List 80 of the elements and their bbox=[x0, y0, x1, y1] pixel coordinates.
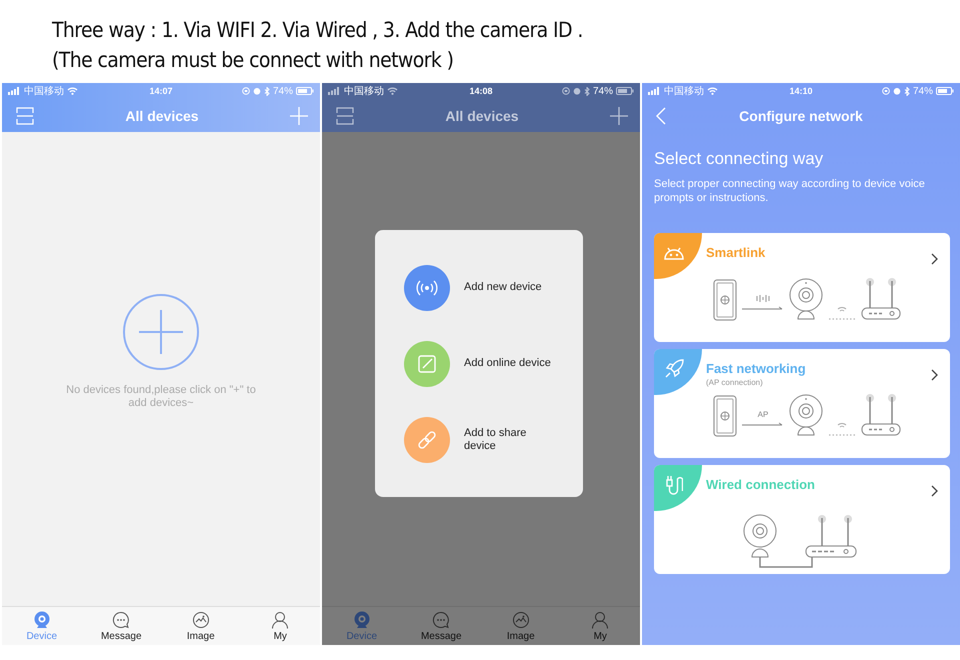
signal-icon bbox=[8, 87, 21, 95]
add-device-button[interactable] bbox=[123, 294, 199, 370]
scan-icon[interactable] bbox=[336, 106, 354, 124]
rotation-lock-icon bbox=[242, 87, 250, 95]
signal-icon bbox=[648, 87, 661, 95]
connection-option-card[interactable]: Fast networking (AP connection) AP bbox=[654, 349, 950, 458]
tab-item[interactable]: Message bbox=[402, 607, 481, 645]
rocket-icon bbox=[664, 359, 684, 379]
robot-head-icon bbox=[663, 245, 685, 261]
rotation-lock-icon bbox=[882, 87, 890, 95]
screen-title: Configure network bbox=[739, 108, 863, 124]
wifi-dotted-line-icon bbox=[828, 421, 856, 437]
clock-time: 14:07 bbox=[148, 86, 174, 96]
menu-item[interactable]: Add to share device bbox=[404, 416, 583, 462]
chat-bubble-icon bbox=[112, 610, 130, 628]
wifi-icon bbox=[707, 87, 718, 95]
option-title: Fast networking bbox=[706, 361, 806, 376]
signal-icon bbox=[328, 87, 341, 95]
tab-item[interactable]: My bbox=[560, 607, 640, 645]
camera-drawing bbox=[788, 277, 824, 321]
sound-wave-icon bbox=[756, 294, 770, 303]
battery-icon bbox=[616, 87, 634, 95]
camera-icon bbox=[32, 610, 51, 628]
camera-drawing bbox=[788, 393, 824, 437]
bluetooth-icon bbox=[264, 86, 270, 96]
router-drawing bbox=[860, 393, 902, 437]
arrow-icon bbox=[742, 306, 784, 311]
tab-item[interactable]: Image bbox=[481, 607, 560, 645]
carrier-name: 中国移动 bbox=[664, 84, 704, 98]
carrier-name: 中国移动 bbox=[344, 84, 384, 98]
battery-icon bbox=[296, 87, 314, 95]
section-heading: Select connecting way bbox=[654, 149, 824, 169]
chevron-right-icon bbox=[931, 485, 938, 497]
battery-percent: 74% bbox=[912, 86, 933, 96]
scan-icon[interactable] bbox=[16, 106, 34, 124]
plug-cable-icon bbox=[665, 474, 683, 496]
tab-item[interactable]: Device bbox=[2, 607, 82, 645]
tab-item[interactable]: Message bbox=[82, 607, 161, 645]
phone-drawing bbox=[712, 279, 738, 321]
clock-time: 14:10 bbox=[788, 86, 814, 96]
bluetooth-icon bbox=[904, 86, 910, 96]
arrow-label: AP bbox=[758, 410, 768, 419]
wifi-dotted-line-icon bbox=[828, 305, 856, 321]
carrier-name: 中国移动 bbox=[24, 84, 64, 98]
option-subtitle: (AP connection) bbox=[706, 378, 763, 387]
screen-title: All devices bbox=[445, 108, 519, 124]
caption-line: Three way : 1. Via WIFI 2. Via Wired , 3. Add the camera ID . bbox=[52, 17, 584, 44]
person-icon bbox=[271, 610, 290, 628]
back-icon[interactable] bbox=[656, 106, 666, 124]
person-icon bbox=[591, 610, 610, 628]
bluetooth-icon bbox=[584, 86, 590, 96]
clock-time: 14:08 bbox=[468, 86, 494, 96]
tab-item[interactable]: Image bbox=[161, 607, 240, 645]
chevron-right-icon bbox=[931, 369, 938, 381]
phone-drawing bbox=[712, 395, 738, 437]
screen-title: All devices bbox=[125, 108, 199, 124]
option-title: Wired connection bbox=[706, 477, 815, 492]
wifi-icon bbox=[67, 87, 78, 95]
rotation-lock-icon bbox=[562, 87, 570, 95]
arrow-icon bbox=[742, 422, 784, 427]
battery-icon bbox=[936, 87, 954, 95]
image-icon bbox=[512, 610, 530, 628]
plus-icon[interactable] bbox=[290, 106, 308, 124]
empty-message: No devices found,please click on "+" to add devices~ bbox=[65, 384, 257, 410]
battery-percent: 74% bbox=[272, 86, 293, 96]
router-drawing bbox=[860, 277, 902, 321]
chevron-right-icon bbox=[931, 253, 938, 265]
plus-icon bbox=[139, 310, 183, 354]
menu-item[interactable]: Add online device bbox=[404, 340, 583, 386]
menu-item[interactable]: Add new device bbox=[404, 264, 583, 310]
option-title: Smartlink bbox=[706, 245, 766, 260]
wifi-icon bbox=[387, 87, 398, 95]
caption-line: (The camera must be connect with network ) bbox=[52, 47, 454, 74]
chat-bubble-icon bbox=[432, 610, 450, 628]
plus-icon[interactable] bbox=[610, 106, 628, 124]
battery-percent: 74% bbox=[592, 86, 613, 96]
image-icon bbox=[192, 610, 210, 628]
camera-icon bbox=[352, 610, 371, 628]
tab-item[interactable]: My bbox=[240, 607, 320, 645]
section-description: Select proper connecting way according to device voice prompts or instructions. bbox=[654, 177, 926, 205]
